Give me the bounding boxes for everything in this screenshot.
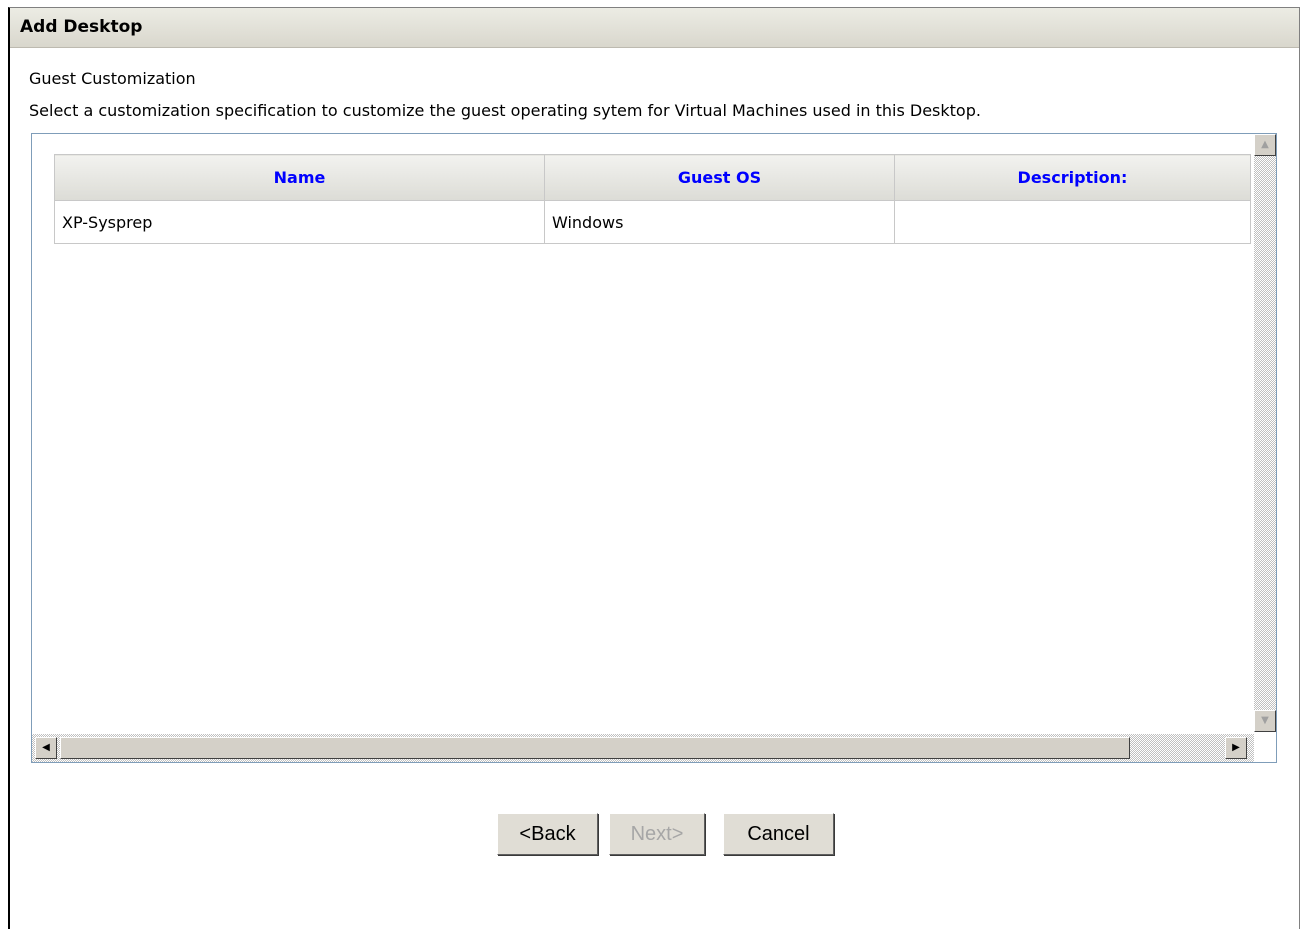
customization-list-panel: Name Guest OS Description: XP-Sysprep Wi… bbox=[31, 133, 1277, 763]
vertical-scrollbar[interactable]: ▲ ▼ bbox=[1254, 134, 1276, 732]
horizontal-scroll-thumb[interactable] bbox=[60, 737, 1130, 759]
customization-table: Name Guest OS Description: XP-Sysprep Wi… bbox=[54, 154, 1251, 244]
section-title: Guest Customization bbox=[29, 69, 196, 88]
cell-guest-os[interactable]: Windows bbox=[544, 200, 895, 244]
table-header-row: Name Guest OS Description: bbox=[54, 154, 1251, 201]
next-button[interactable]: Next> bbox=[609, 813, 705, 855]
arrow-up-icon[interactable]: ▲ bbox=[1254, 134, 1276, 156]
scrollbar-corner bbox=[1254, 734, 1276, 762]
column-header-description[interactable]: Description: bbox=[894, 154, 1251, 201]
arrow-down-icon[interactable]: ▼ bbox=[1254, 710, 1276, 732]
instructions-text: Select a customization specification to … bbox=[29, 101, 981, 120]
arrow-right-icon[interactable]: ▶ bbox=[1225, 737, 1247, 759]
table-row[interactable]: XP-Sysprep Windows bbox=[54, 200, 1251, 244]
column-header-guest-os[interactable]: Guest OS bbox=[544, 154, 895, 201]
horizontal-scrollbar[interactable]: ◀ ▶ bbox=[32, 734, 1254, 762]
cell-name[interactable]: XP-Sysprep bbox=[54, 200, 545, 244]
cancel-button[interactable]: Cancel bbox=[723, 813, 834, 855]
cell-description[interactable] bbox=[894, 200, 1251, 244]
back-button[interactable]: <Back bbox=[497, 813, 598, 855]
dialog-title: Add Desktop bbox=[10, 8, 1299, 48]
arrow-left-icon[interactable]: ◀ bbox=[35, 737, 57, 759]
column-header-name[interactable]: Name bbox=[54, 154, 545, 201]
